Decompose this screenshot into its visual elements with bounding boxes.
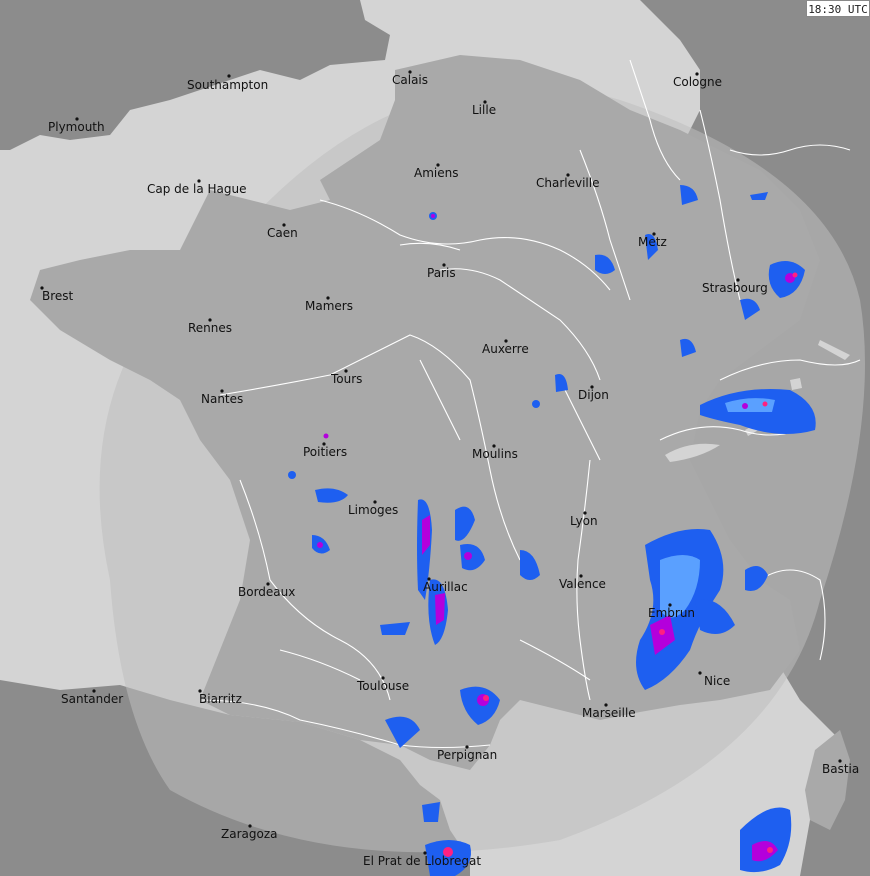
city-label: Dijon <box>578 388 609 402</box>
city-label: Bordeaux <box>238 585 295 599</box>
city-label: Limoges <box>348 503 398 517</box>
city-label: Strasbourg <box>702 281 768 295</box>
city-marker: Nantes <box>201 389 243 406</box>
city-label: Poitiers <box>303 445 347 459</box>
city-marker: Auxerre <box>482 339 529 356</box>
city-label: Aurillac <box>423 580 468 594</box>
city-label: Tours <box>330 372 362 386</box>
city-marker: Strasbourg <box>702 278 768 295</box>
city-marker: Lille <box>472 100 496 117</box>
city-marker: Charleville <box>536 173 599 190</box>
city-label: Perpignan <box>437 748 497 762</box>
city-label: Lyon <box>570 514 598 528</box>
city-marker: Embrun <box>648 603 695 620</box>
city-marker: Dijon <box>578 385 609 402</box>
city-marker: Biarritz <box>198 689 242 706</box>
city-marker: Brest <box>40 286 74 303</box>
city-marker: Caen <box>267 223 298 240</box>
city-marker: Bordeaux <box>238 582 295 599</box>
city-label: Cap de la Hague <box>147 182 246 196</box>
city-label: Embrun <box>648 606 695 620</box>
city-marker: Rennes <box>188 318 232 335</box>
city-marker: Cologne <box>673 72 722 89</box>
city-marker: Bastia <box>822 759 859 776</box>
city-label: Rennes <box>188 321 232 335</box>
city-marker: Southampton <box>187 74 268 92</box>
city-marker: Calais <box>392 70 428 87</box>
city-marker: Aurillac <box>423 577 468 594</box>
city-marker: Poitiers <box>303 442 347 459</box>
city-label: Metz <box>638 235 667 249</box>
city-label: Biarritz <box>199 692 242 706</box>
city-label: Mamers <box>305 299 353 313</box>
city-label: Moulins <box>472 447 518 461</box>
city-label: Brest <box>42 289 74 303</box>
city-marker: Paris <box>427 263 456 280</box>
city-label: Valence <box>559 577 606 591</box>
city-marker: Perpignan <box>437 745 497 762</box>
city-marker: Santander <box>61 689 123 706</box>
city-label: Nice <box>704 674 730 688</box>
city-marker: El Prat de Llobregat <box>363 851 481 868</box>
city-label: Plymouth <box>48 120 105 134</box>
timestamp: 18:30 UTC <box>806 0 870 17</box>
city-dot <box>698 671 702 675</box>
city-marker: Plymouth <box>48 117 105 134</box>
city-marker: Valence <box>559 574 606 591</box>
city-label: El Prat de Llobregat <box>363 854 481 868</box>
city-marker: Moulins <box>472 444 518 461</box>
city-marker: Nice <box>698 671 730 688</box>
city-label: Southampton <box>187 78 268 92</box>
city-marker: Tours <box>330 369 362 386</box>
city-label: Lille <box>472 103 496 117</box>
city-label: Cologne <box>673 75 722 89</box>
city-label: Auxerre <box>482 342 529 356</box>
city-label: Nantes <box>201 392 243 406</box>
radar-map: Southampton Plymouth Calais Lille Cologne Ami… <box>0 0 870 876</box>
city-marker: Amiens <box>414 163 458 180</box>
city-marker: Toulouse <box>356 676 409 693</box>
city-marker: Metz <box>638 232 667 249</box>
city-marker: Limoges <box>348 500 398 517</box>
city-label: Caen <box>267 226 298 240</box>
city-marker: Marseille <box>582 703 636 720</box>
city-label: Toulouse <box>356 679 409 693</box>
city-label: Marseille <box>582 706 636 720</box>
city-marker: Mamers <box>305 296 353 313</box>
city-label: Amiens <box>414 166 458 180</box>
city-label: Zaragoza <box>221 827 277 841</box>
city-marker: Cap de la Hague <box>147 179 246 196</box>
city-label: Calais <box>392 73 428 87</box>
city-label: Charleville <box>536 176 599 190</box>
city-marker: Zaragoza <box>221 824 277 841</box>
city-label: Paris <box>427 266 456 280</box>
city-label: Santander <box>61 692 123 706</box>
city-label: Bastia <box>822 762 859 776</box>
city-marker: Lyon <box>570 511 598 528</box>
